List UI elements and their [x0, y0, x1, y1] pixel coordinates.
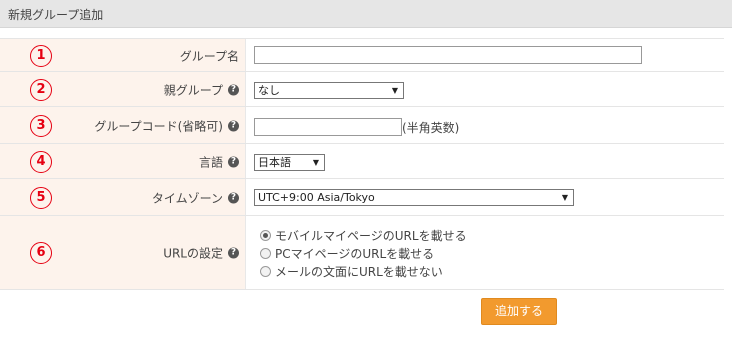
form-row-timezone: 5 タイムゾーン ? UTC+9:00 Asia/Tokyo ▼ — [0, 178, 724, 216]
form-row-url-setting: 6 URLの設定 ? モバイルマイページのURLを載せる PCマイページのURL… — [0, 215, 724, 290]
url-option-mobile[interactable]: モバイルマイページのURLを載せる — [260, 227, 467, 244]
radio-button[interactable] — [260, 266, 271, 277]
row-number: 1 — [30, 44, 52, 67]
form-row-parent-group: 2 親グループ ? なし ▼ — [0, 71, 724, 107]
field-label: 言語 — [198, 155, 223, 169]
question-circle-icon[interactable]: ? — [228, 247, 239, 258]
timezone-select[interactable]: UTC+9:00 Asia/Tokyo ▼ — [254, 189, 574, 206]
row-number: 2 — [30, 78, 52, 101]
language-select[interactable]: 日本語 ▼ — [254, 154, 325, 171]
row-number: 3 — [30, 114, 52, 137]
label-cell: 3 グループコード(省略可) ? — [0, 107, 246, 144]
url-option-none[interactable]: メールの文面にURLを載せない — [260, 263, 443, 280]
form-row-language: 4 言語 ? 日本語 ▼ — [0, 143, 724, 179]
section-header: 新規グループ追加 — [0, 0, 732, 28]
row-number: 5 — [30, 186, 52, 209]
label-cell: 5 タイムゾーン ? — [0, 179, 246, 216]
radio-button[interactable] — [260, 248, 271, 259]
form-row-group-name: 1 グループ名 — [0, 38, 724, 72]
field-label: URLの設定 — [163, 246, 223, 260]
group-name-input[interactable] — [254, 46, 642, 64]
question-circle-icon[interactable]: ? — [228, 192, 239, 203]
form-row-group-code: 3 グループコード(省略可) ? (半角英数) — [0, 106, 724, 144]
parent-group-select[interactable]: なし ▼ — [254, 82, 404, 99]
question-circle-icon[interactable]: ? — [228, 120, 239, 131]
label-cell: 2 親グループ ? — [0, 72, 246, 107]
section-title: 新規グループ追加 — [8, 8, 104, 22]
field-label: タイムゾーン — [151, 191, 223, 205]
field-label: グループ名 — [179, 49, 239, 63]
add-button[interactable]: 追加する — [481, 298, 557, 325]
row-number: 4 — [30, 150, 52, 173]
label-cell: 4 言語 ? — [0, 144, 246, 179]
field-label: グループコード(省略可) — [94, 119, 223, 133]
row-number: 6 — [30, 241, 52, 264]
field-label: 親グループ — [163, 83, 223, 97]
dropdown-arrow-icon: ▼ — [391, 86, 398, 95]
radio-button[interactable] — [260, 230, 271, 241]
dropdown-arrow-icon: ▼ — [561, 193, 568, 202]
label-cell: 1 グループ名 — [0, 39, 246, 72]
group-code-input[interactable] — [254, 118, 402, 136]
group-code-hint: (半角英数) — [402, 121, 460, 135]
url-option-pc[interactable]: PCマイページのURLを載せる — [260, 245, 434, 262]
question-circle-icon[interactable]: ? — [228, 84, 239, 95]
label-cell: 6 URLの設定 ? — [0, 216, 246, 289]
dropdown-arrow-icon: ▼ — [312, 158, 319, 167]
question-circle-icon[interactable]: ? — [228, 156, 239, 167]
